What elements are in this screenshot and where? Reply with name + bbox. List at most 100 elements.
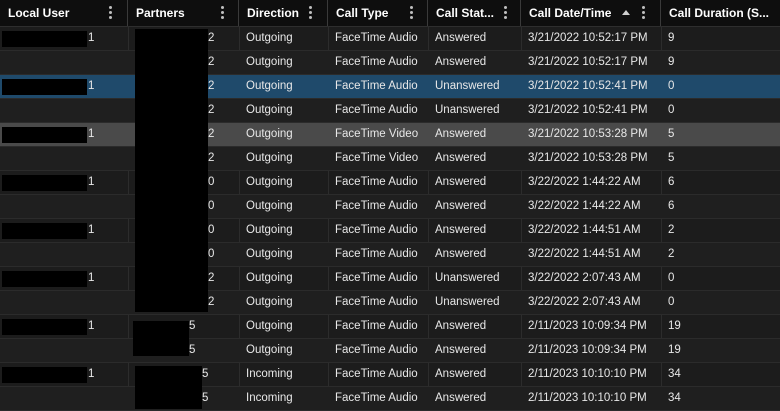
call-datetime-cell: 3/22/2022 1:44:22 AM: [528, 200, 641, 212]
call-status-cell: Answered: [435, 368, 487, 380]
column-header-label: Partners: [136, 6, 185, 20]
direction-cell: Outgoing: [246, 224, 293, 236]
partners-cell: 5: [189, 344, 196, 356]
direction-cell: Outgoing: [246, 320, 293, 332]
column-header-call-type[interactable]: Call Type: [328, 0, 428, 26]
table-row[interactable]: 0 Outgoing FaceTime Audio Answered 3/22/…: [0, 243, 780, 267]
call-status-cell: Answered: [435, 344, 487, 356]
local-user-cell: 1: [88, 272, 95, 284]
call-status-cell: Answered: [435, 224, 487, 236]
call-status-cell: Answered: [435, 56, 487, 68]
partners-cell: 0: [208, 248, 215, 260]
call-datetime-cell: 3/22/2022 1:44:51 AM: [528, 248, 641, 260]
call-duration-cell: 2: [668, 224, 675, 236]
call-datetime-cell: 2/11/2023 10:09:34 PM: [528, 344, 647, 356]
table-row[interactable]: 1 0 Outgoing FaceTime Audio Answered 3/2…: [0, 171, 780, 195]
column-header-call-datetime[interactable]: Call Date/Time: [521, 0, 661, 26]
call-datetime-cell: 2/11/2023 10:10:10 PM: [528, 392, 647, 404]
local-user-cell: 1: [88, 128, 95, 140]
redaction-box: [2, 175, 87, 191]
table-row[interactable]: 2 Outgoing FaceTime Audio Unanswered 3/2…: [0, 291, 780, 315]
call-status-cell: Answered: [435, 128, 487, 140]
table-row[interactable]: 2 Outgoing FaceTime Audio Unanswered 3/2…: [0, 99, 780, 123]
partners-cell: 0: [208, 200, 215, 212]
redaction-box: [133, 321, 189, 356]
column-header-label: Call Date/Time: [529, 6, 612, 20]
column-menu-icon[interactable]: [306, 4, 314, 22]
table-row[interactable]: 1 0 Outgoing FaceTime Audio Answered 3/2…: [0, 219, 780, 243]
column-menu-icon[interactable]: [407, 4, 415, 22]
direction-cell: Outgoing: [246, 296, 293, 308]
call-duration-cell: 0: [668, 80, 675, 92]
redaction-box: [2, 127, 87, 143]
partners-cell: 2: [208, 152, 215, 164]
table-row[interactable]: 2 Outgoing FaceTime Video Answered 3/21/…: [0, 147, 780, 171]
table-row[interactable]: 1 5 Outgoing FaceTime Audio Answered 2/1…: [0, 315, 780, 339]
table-row-hovered[interactable]: 1 2 Outgoing FaceTime Video Answered 3/2…: [0, 123, 780, 147]
direction-cell: Outgoing: [246, 56, 293, 68]
column-menu-icon[interactable]: [501, 4, 509, 22]
call-type-cell: FaceTime Audio: [335, 200, 418, 212]
column-header-label: Call Stat...: [436, 6, 495, 20]
direction-cell: Outgoing: [246, 200, 293, 212]
call-datetime-cell: 3/21/2022 10:53:28 PM: [528, 128, 648, 140]
table-row[interactable]: 5 Outgoing FaceTime Audio Answered 2/11/…: [0, 339, 780, 363]
call-duration-cell: 5: [668, 128, 675, 140]
table-row[interactable]: 1 2 Outgoing FaceTime Audio Unanswered 3…: [0, 267, 780, 291]
redaction-box: [2, 31, 87, 47]
direction-cell: Outgoing: [246, 344, 293, 356]
column-menu-icon[interactable]: [639, 4, 647, 22]
direction-cell: Outgoing: [246, 248, 293, 260]
call-type-cell: FaceTime Audio: [335, 104, 418, 116]
column-header-local-user[interactable]: Local User: [0, 0, 128, 26]
column-header-call-duration[interactable]: Call Duration (S...: [661, 0, 780, 26]
partners-cell: 2: [208, 128, 215, 140]
column-header-direction[interactable]: Direction: [239, 0, 328, 26]
table-row-selected[interactable]: 1 2 Outgoing FaceTime Audio Unanswered 3…: [0, 75, 780, 99]
local-user-cell: 1: [88, 224, 95, 236]
call-duration-cell: 9: [668, 32, 675, 44]
call-duration-cell: 0: [668, 104, 675, 116]
call-datetime-cell: 3/21/2022 10:52:17 PM: [528, 32, 648, 44]
call-status-cell: Answered: [435, 248, 487, 260]
local-user-cell: 1: [88, 320, 95, 332]
column-header-call-status[interactable]: Call Stat...: [428, 0, 521, 26]
call-status-cell: Unanswered: [435, 80, 500, 92]
call-duration-cell: 0: [668, 296, 675, 308]
call-type-cell: FaceTime Audio: [335, 296, 418, 308]
call-status-cell: Unanswered: [435, 296, 500, 308]
table-row[interactable]: 1 5 Incoming FaceTime Audio Answered 2/1…: [0, 363, 780, 387]
call-type-cell: FaceTime Audio: [335, 176, 418, 188]
partners-cell: 2: [208, 56, 215, 68]
call-status-cell: Answered: [435, 176, 487, 188]
call-datetime-cell: 3/21/2022 10:53:28 PM: [528, 152, 648, 164]
direction-cell: Outgoing: [246, 104, 293, 116]
call-duration-cell: 0: [668, 272, 675, 284]
direction-cell: Incoming: [246, 368, 293, 380]
call-datetime-cell: 3/22/2022 1:44:51 AM: [528, 224, 641, 236]
table-row[interactable]: 2 Outgoing FaceTime Audio Answered 3/21/…: [0, 51, 780, 75]
call-duration-cell: 34: [668, 368, 681, 380]
redaction-box: [2, 79, 87, 95]
direction-cell: Outgoing: [246, 32, 293, 44]
call-duration-cell: 6: [668, 200, 675, 212]
table-row[interactable]: 0 Outgoing FaceTime Audio Answered 3/22/…: [0, 195, 780, 219]
column-menu-icon[interactable]: [106, 4, 114, 22]
call-duration-cell: 6: [668, 176, 675, 188]
call-status-cell: Answered: [435, 200, 487, 212]
column-menu-icon[interactable]: [218, 4, 226, 22]
partners-cell: 5: [189, 320, 196, 332]
call-datetime-cell: 3/22/2022 2:07:43 AM: [528, 296, 641, 308]
partners-cell: 0: [208, 224, 215, 236]
direction-cell: Incoming: [246, 392, 293, 404]
column-header-partners[interactable]: Partners: [128, 0, 239, 26]
call-datetime-cell: 3/21/2022 10:52:41 PM: [528, 104, 648, 116]
call-type-cell: FaceTime Audio: [335, 56, 418, 68]
table-row[interactable]: 1 2 Outgoing FaceTime Audio Answered 3/2…: [0, 27, 780, 51]
call-status-cell: Unanswered: [435, 272, 500, 284]
call-datetime-cell: 2/11/2023 10:10:10 PM: [528, 368, 647, 380]
column-header-label: Direction: [247, 6, 300, 20]
table-row[interactable]: 5 Incoming FaceTime Audio Answered 2/11/…: [0, 387, 780, 411]
call-datetime-cell: 2/11/2023 10:09:34 PM: [528, 320, 647, 332]
redaction-box: [2, 319, 87, 335]
